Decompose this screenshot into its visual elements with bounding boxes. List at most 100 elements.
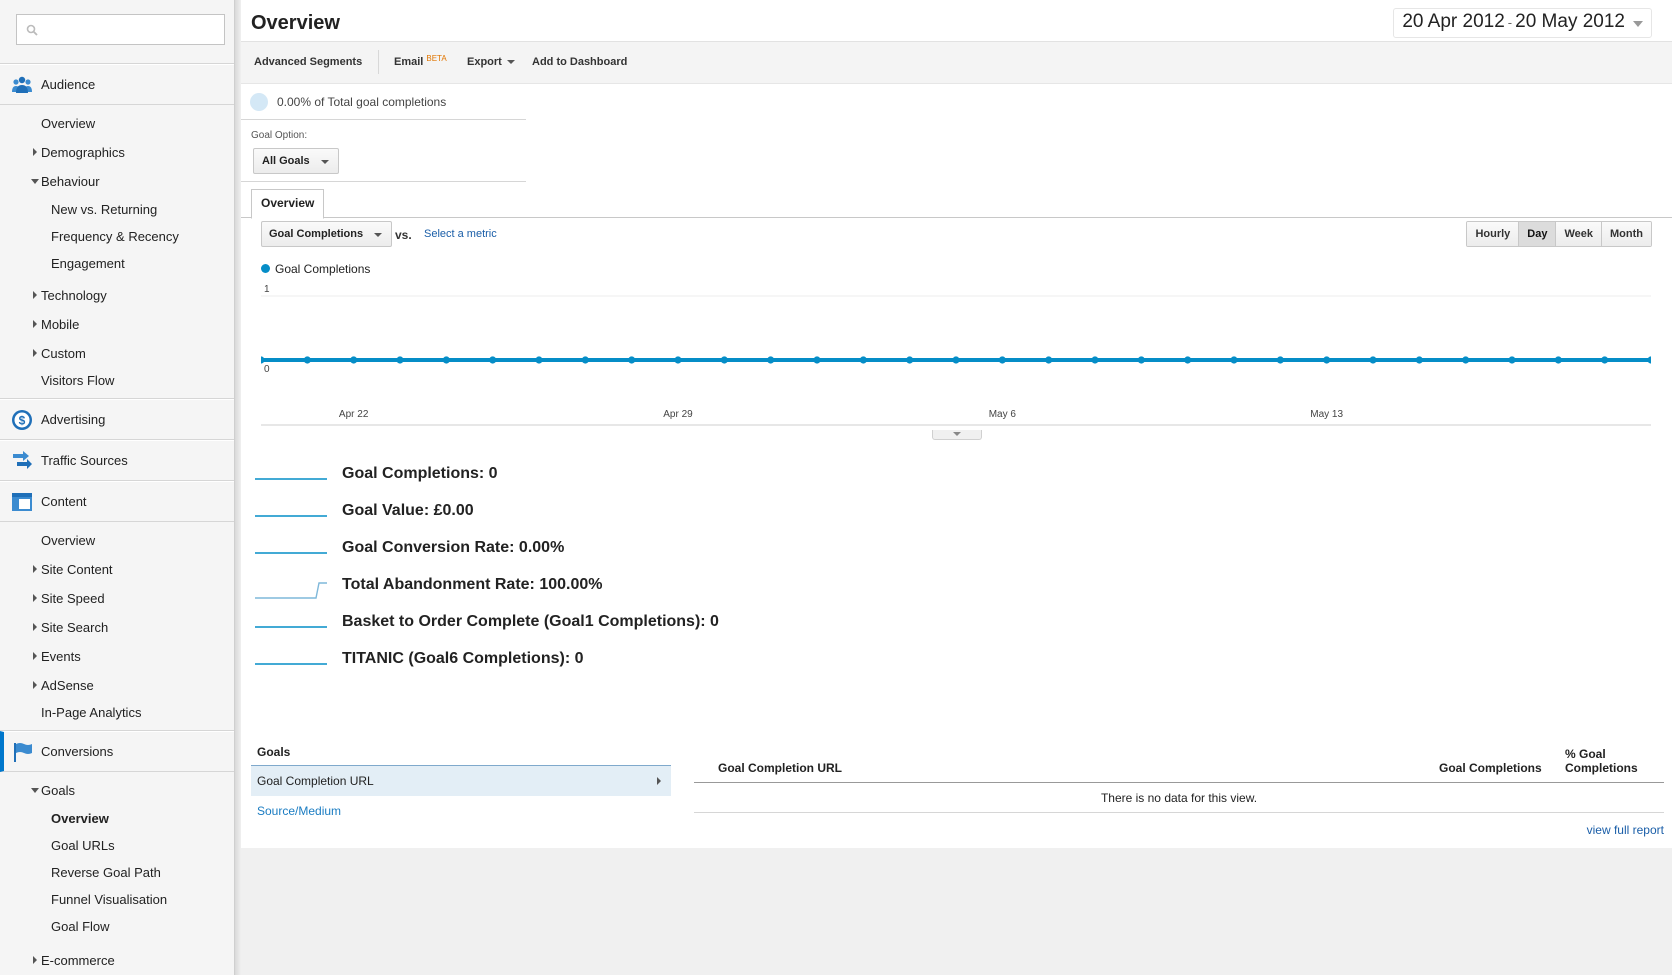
nav-visitors-flow[interactable]: Visitors Flow (0, 368, 234, 392)
data-point[interactable] (303, 356, 311, 364)
data-point[interactable] (1045, 356, 1053, 364)
section-traffic-sources[interactable]: Traffic Sources (0, 440, 234, 481)
nav-demographics[interactable]: Demographics (0, 138, 234, 167)
nav-in-page-analytics[interactable]: In-Page Analytics (0, 700, 234, 724)
goal-option-select[interactable]: All Goals (253, 148, 339, 174)
data-point[interactable] (628, 356, 636, 364)
add-to-dashboard-button[interactable]: Add to Dashboard (532, 56, 627, 68)
goal-completion-url-item[interactable]: Goal Completion URL (251, 766, 671, 796)
section-content[interactable]: Content (0, 481, 234, 522)
nav-reverse-goal-path[interactable]: Reverse Goal Path (0, 859, 234, 886)
no-data-message: There is no data for this view. (694, 783, 1664, 813)
source-medium-link[interactable]: Source/Medium (251, 796, 671, 826)
data-point[interactable] (489, 356, 497, 364)
metric-select-value: Goal Completions (269, 228, 364, 240)
data-point[interactable] (952, 356, 960, 364)
view-full-report-link[interactable]: view full report (1587, 823, 1664, 837)
data-point[interactable] (674, 356, 682, 364)
nav-goal-urls[interactable]: Goal URLs (0, 832, 234, 859)
search-box[interactable] (16, 14, 225, 45)
nav-adsense[interactable]: AdSense (0, 671, 234, 700)
data-point[interactable] (535, 356, 543, 364)
nav-frequency-recency[interactable]: Frequency & Recency (0, 223, 234, 250)
col-goal-completion-url[interactable]: Goal Completion URL (718, 761, 842, 775)
x-tick-label: May 13 (1310, 409, 1343, 420)
nav-ecommerce[interactable]: E-commerce (0, 946, 234, 975)
section-advertising[interactable]: $ Advertising (0, 399, 234, 440)
week-button[interactable]: Week (1555, 222, 1602, 246)
data-point[interactable] (1323, 356, 1331, 364)
nav-audience-overview[interactable]: Overview (0, 109, 234, 138)
nav-events[interactable]: Events (0, 642, 234, 671)
nav-goals-overview[interactable]: Overview (0, 805, 234, 832)
nav-goal-flow[interactable]: Goal Flow (0, 913, 234, 940)
page-title: Overview (251, 12, 340, 34)
data-point[interactable] (906, 356, 914, 364)
nav-technology[interactable]: Technology (0, 281, 234, 310)
data-point[interactable] (1462, 356, 1470, 364)
chart-expander[interactable] (932, 430, 982, 440)
nav-custom[interactable]: Custom (0, 339, 234, 368)
nav-site-speed[interactable]: Site Speed (0, 584, 234, 613)
nav-site-content[interactable]: Site Content (0, 555, 234, 584)
data-point[interactable] (767, 356, 775, 364)
data-point[interactable] (1369, 356, 1377, 364)
nav-label: Overview (41, 116, 96, 131)
nav-mobile[interactable]: Mobile (0, 310, 234, 339)
email-button[interactable]: Email BETA (394, 54, 447, 68)
nav-label: Overview (51, 811, 109, 826)
sparkline-icon (255, 663, 327, 665)
sparkline-label: Goal Completions: 0 (342, 465, 498, 482)
hourly-button[interactable]: Hourly (1467, 222, 1519, 246)
nav-behaviour[interactable]: Behaviour (0, 167, 234, 196)
data-point[interactable] (1276, 356, 1284, 364)
tab-overview[interactable]: Overview (251, 189, 325, 219)
data-point[interactable] (1091, 356, 1099, 364)
data-point[interactable] (1415, 356, 1423, 364)
data-point[interactable] (261, 356, 265, 364)
nav-goals[interactable]: Goals (0, 776, 234, 805)
metric-select[interactable]: Goal Completions (261, 221, 393, 247)
nav-new-vs-returning[interactable]: New vs. Returning (0, 196, 234, 223)
nav-engagement[interactable]: Engagement (0, 250, 234, 277)
flag-icon (14, 743, 32, 762)
chart-legend: Goal Completions (261, 262, 370, 276)
data-point[interactable] (720, 356, 728, 364)
search-input[interactable] (43, 19, 218, 40)
advanced-segments-button[interactable]: Advanced Segments (254, 56, 362, 68)
col-percent-goal-completions[interactable]: % Goal Completions (1565, 747, 1638, 775)
data-point[interactable] (1601, 356, 1609, 364)
nav-site-search[interactable]: Site Search (0, 613, 234, 642)
summary-text: 0.00% of Total goal completions (277, 95, 447, 109)
caret-right-icon (33, 623, 37, 631)
data-point[interactable] (1184, 356, 1192, 364)
data-point[interactable] (813, 356, 821, 364)
data-point[interactable] (350, 356, 358, 364)
data-point[interactable] (1647, 356, 1651, 364)
day-button[interactable]: Day (1518, 222, 1556, 246)
col-goal-completions[interactable]: Goal Completions (1439, 761, 1542, 775)
data-point[interactable] (581, 356, 589, 364)
nav-label: Site Content (41, 562, 113, 577)
data-point[interactable] (1230, 356, 1238, 364)
sparkline-icon (255, 478, 327, 480)
data-point[interactable] (1508, 356, 1516, 364)
data-point[interactable] (396, 356, 404, 364)
data-point[interactable] (442, 356, 450, 364)
data-point[interactable] (1554, 356, 1562, 364)
section-audience-label: Audience (41, 77, 96, 92)
section-audience[interactable]: Audience (0, 64, 234, 105)
data-point[interactable] (998, 356, 1006, 364)
select-metric-link[interactable]: Select a metric (424, 228, 497, 240)
month-button[interactable]: Month (1601, 222, 1651, 246)
line-chart: 0 1 Apr 22 Apr 29 May 6 May 13 (261, 284, 1651, 426)
date-range-picker[interactable]: 20 Apr 2012-20 May 2012 (1393, 8, 1652, 38)
data-point[interactable] (1137, 356, 1145, 364)
section-conversions[interactable]: Conversions (0, 731, 234, 772)
email-label: Email (394, 56, 424, 68)
export-button[interactable]: Export (467, 56, 515, 68)
nav-funnel-visualisation[interactable]: Funnel Visualisation (0, 886, 234, 913)
nav-label: Mobile (41, 317, 80, 332)
nav-content-overview[interactable]: Overview (0, 526, 234, 555)
data-point[interactable] (859, 356, 867, 364)
